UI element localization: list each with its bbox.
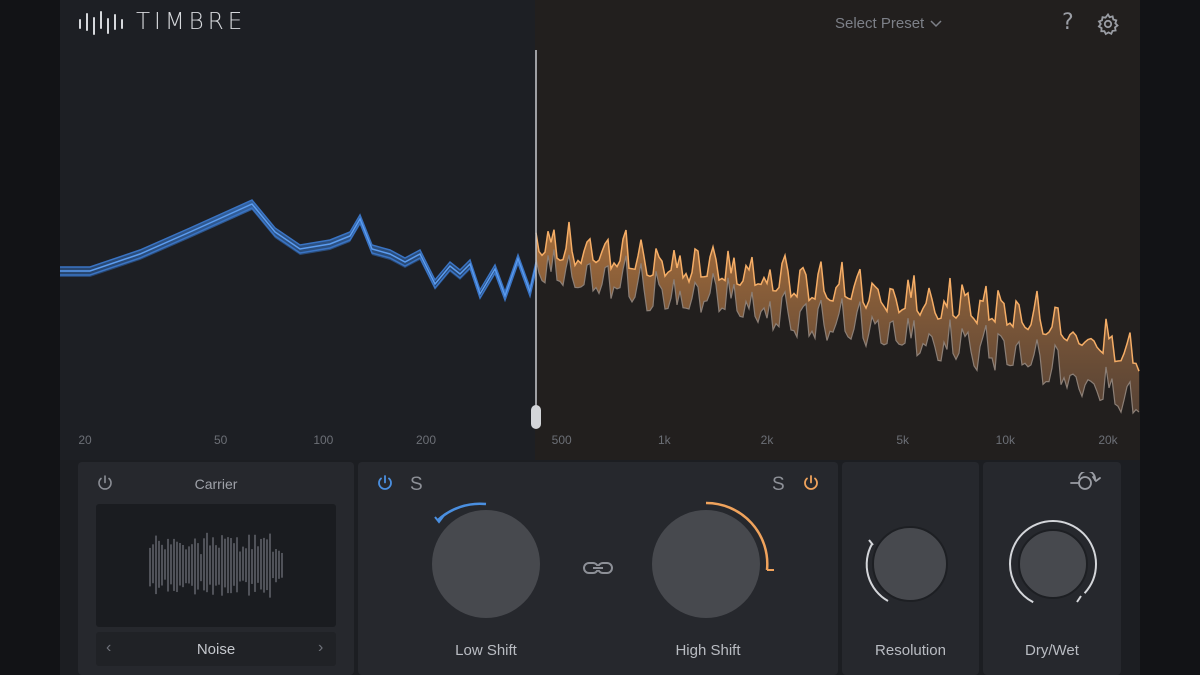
freq-label: 500: [551, 433, 572, 447]
gear-icon[interactable]: [1096, 12, 1120, 36]
chevron-down-icon: [930, 19, 942, 27]
header-bar: TIMBRE Select Preset ?: [60, 0, 1140, 48]
freq-label: 2k: [760, 433, 774, 447]
freq-label: 100: [313, 433, 334, 447]
carrier-waveform-display: [96, 504, 336, 627]
freq-label: 5k: [896, 433, 910, 447]
logo: TIMBRE: [78, 8, 246, 36]
shift-panel: S S Low Shift High Shift: [358, 462, 838, 675]
freq-label: 200: [415, 433, 437, 447]
low-solo-button[interactable]: S: [410, 474, 423, 496]
low-shift-knob[interactable]: [426, 500, 546, 620]
noise-waveform: [149, 532, 283, 598]
high-shift-label: High Shift: [675, 642, 741, 659]
high-power-icon[interactable]: [802, 474, 820, 492]
freq-label: 10k: [995, 433, 1016, 447]
freq-label: 50: [214, 433, 228, 447]
low-shift-label: Low Shift: [455, 642, 517, 659]
preset-selector[interactable]: Select Preset: [835, 15, 942, 32]
drywet-label: Dry/Wet: [1025, 642, 1079, 659]
low-power-icon[interactable]: [376, 474, 394, 492]
drywet-panel: Dry/Wet: [983, 462, 1121, 675]
link-icon[interactable]: [582, 558, 614, 578]
plugin-window: 20 50 100 200 500 1k 2k 5k 10k 20k TIMBRE Select …: [60, 0, 1140, 675]
resolution-label: Resolution: [875, 642, 946, 659]
carrier-title: Carrier: [194, 476, 238, 492]
freq-label: 20: [78, 433, 92, 447]
resolution-panel: Resolution: [842, 462, 979, 675]
spectrum-display[interactable]: [60, 0, 1140, 460]
carrier-panel: Carrier ‹ Noise ›: [78, 462, 354, 675]
logo-icon: [79, 11, 123, 35]
drywet-knob[interactable]: [1007, 518, 1099, 610]
help-button[interactable]: ?: [1062, 10, 1074, 35]
freq-label: 1k: [658, 433, 671, 447]
high-shift-knob[interactable]: [650, 500, 780, 630]
carrier-value[interactable]: Noise: [78, 641, 354, 658]
high-solo-button[interactable]: S: [772, 474, 785, 496]
freq-label: 20k: [1098, 433, 1118, 447]
app-title: TIMBRE: [136, 9, 247, 35]
carrier-next-button[interactable]: ›: [318, 639, 323, 657]
bypass-route-icon[interactable]: [1069, 472, 1103, 494]
preset-label: Select Preset: [835, 15, 925, 32]
resolution-knob[interactable]: [864, 524, 954, 614]
